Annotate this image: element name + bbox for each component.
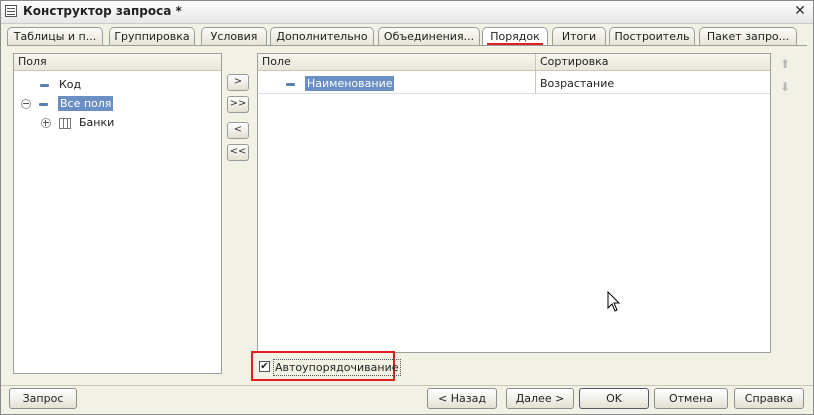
close-icon[interactable]: ✕ bbox=[793, 4, 807, 18]
window-icon bbox=[5, 5, 17, 17]
collapse-icon[interactable] bbox=[21, 99, 31, 109]
window-title: Конструктор запроса * bbox=[23, 4, 182, 18]
table-icon bbox=[59, 117, 71, 129]
query-button[interactable]: Запрос bbox=[9, 388, 77, 409]
column-header-sort[interactable]: Сортировка bbox=[540, 54, 609, 70]
tab-order[interactable]: Порядок bbox=[482, 27, 548, 46]
arrow-down-icon[interactable]: ⬇ bbox=[778, 80, 792, 94]
remove-all-fields-button[interactable]: << bbox=[227, 144, 249, 161]
tab-grouping[interactable]: Группировка bbox=[109, 27, 195, 45]
cancel-button[interactable]: Отмена bbox=[654, 388, 728, 409]
row-divider bbox=[258, 93, 770, 94]
add-all-fields-button[interactable]: >> bbox=[227, 96, 249, 113]
tab-unions[interactable]: Объединения... bbox=[378, 27, 480, 45]
tab-tables[interactable]: Таблицы и п... bbox=[7, 27, 103, 45]
field-icon bbox=[286, 82, 295, 86]
arrow-up-icon[interactable]: ⬆ bbox=[778, 57, 792, 71]
tree-item-code[interactable]: Код bbox=[40, 76, 81, 93]
title-bar: Конструктор запроса * ✕ bbox=[1, 1, 813, 24]
tab-conditions[interactable]: Условия bbox=[201, 27, 267, 45]
ok-button[interactable]: OK bbox=[579, 388, 649, 409]
next-button[interactable]: Далее > bbox=[506, 388, 574, 409]
tree-item-banks[interactable]: Банки bbox=[41, 114, 114, 131]
remove-field-button[interactable]: < bbox=[227, 122, 249, 139]
tab-advanced[interactable]: Дополнительно bbox=[270, 27, 374, 45]
field-icon bbox=[39, 102, 48, 106]
tab-query-batch[interactable]: Пакет запро... bbox=[699, 27, 797, 45]
tab-totals[interactable]: Итоги bbox=[552, 27, 606, 45]
column-header-field[interactable]: Поле bbox=[262, 55, 291, 68]
order-row-sort[interactable]: Возрастание bbox=[540, 75, 614, 92]
tab-strip-line bbox=[7, 45, 807, 46]
query-builder-window: Конструктор запроса * ✕ Таблицы и п... Г… bbox=[0, 0, 814, 415]
auto-order-checkbox[interactable]: ✔ bbox=[259, 361, 270, 372]
back-button[interactable]: < Назад bbox=[427, 388, 497, 409]
order-table-header: Поле Сортировка bbox=[258, 54, 770, 71]
add-field-button[interactable]: > bbox=[227, 74, 249, 91]
tab-builder[interactable]: Построитель bbox=[609, 27, 695, 45]
field-icon bbox=[40, 83, 49, 87]
expand-icon[interactable] bbox=[41, 118, 51, 128]
order-row-field[interactable]: Наименование bbox=[286, 75, 395, 92]
auto-order-label[interactable]: Автоупорядочивание bbox=[273, 359, 401, 376]
footer-divider bbox=[1, 385, 813, 386]
tree-item-all-fields[interactable]: Все поля bbox=[21, 95, 114, 112]
column-divider bbox=[535, 54, 536, 94]
help-button[interactable]: Справка bbox=[734, 388, 804, 409]
fields-panel[interactable]: Поля Код Все поля Банки bbox=[13, 53, 222, 374]
fields-header: Поля bbox=[14, 54, 221, 71]
order-table[interactable]: Поле Сортировка Наименование Возрастание bbox=[257, 53, 771, 353]
